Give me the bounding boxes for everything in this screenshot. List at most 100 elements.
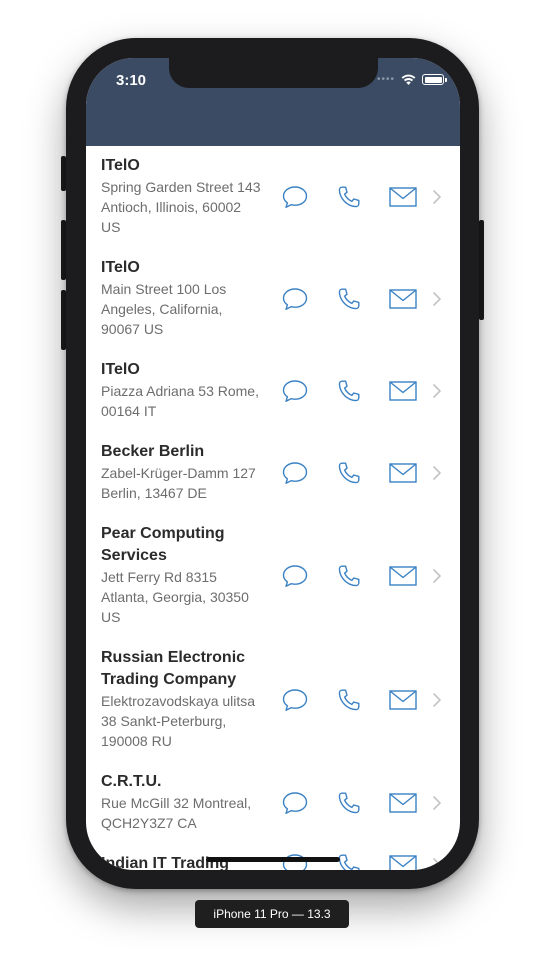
contact-name: Russian Electronic Trading Company: [101, 649, 246, 688]
contact-text: ITelO Piazza Adriana 53 Rome, 00164 IT: [101, 359, 261, 421]
email-icon: [389, 289, 417, 309]
wifi-icon: [401, 74, 416, 85]
chevron-right-icon: [431, 857, 443, 870]
message-icon: [282, 462, 308, 484]
list-item[interactable]: Becker Berlin Zabel-Krüger-Damm 127 Berl…: [86, 432, 460, 514]
list-item[interactable]: C.R.T.U. Rue McGill 32 Montreal, QCH2Y3Z…: [86, 762, 460, 844]
contact-text: Russian Electronic Trading Company Elekt…: [101, 647, 261, 751]
email-button[interactable]: [389, 285, 417, 313]
phone-icon: [338, 380, 360, 402]
message-button[interactable]: [281, 686, 309, 714]
chevron-right-icon: [431, 692, 443, 708]
phone-icon: [338, 854, 360, 870]
chevron-right-icon: [431, 291, 443, 307]
contact-address: Jett Ferry Rd 8315 Atlanta, Georgia, 303…: [101, 569, 249, 625]
contact-list[interactable]: ITelO Spring Garden Street 143 Antioch, …: [86, 146, 460, 870]
contact-name: C.R.T.U.: [101, 773, 162, 790]
contact-name: Becker Berlin: [101, 443, 205, 460]
status-time: 3:10: [116, 72, 147, 89]
contact-name: ITelO: [101, 259, 140, 276]
contact-address: Elektrozavodskaya ulitsa 38 Sankt-Peterb…: [101, 693, 256, 749]
contact-actions: [281, 285, 417, 313]
battery-icon: [422, 74, 447, 85]
message-button[interactable]: [281, 789, 309, 817]
phone-button[interactable]: [335, 285, 363, 313]
list-item[interactable]: Pear Computing Services Jett Ferry Rd 83…: [86, 514, 460, 638]
message-icon: [282, 186, 308, 208]
email-icon: [389, 690, 417, 710]
email-icon: [389, 381, 417, 401]
contact-text: Pear Computing Services Jett Ferry Rd 83…: [101, 523, 261, 627]
phone-icon: [338, 288, 360, 310]
message-icon: [282, 792, 308, 814]
list-item[interactable]: ITelO Spring Garden Street 143 Antioch, …: [86, 146, 460, 248]
chevron-right-icon: [431, 795, 443, 811]
list-item[interactable]: Russian Electronic Trading Company Elekt…: [86, 638, 460, 762]
phone-button[interactable]: [335, 789, 363, 817]
message-button[interactable]: [281, 377, 309, 405]
contact-name: Pear Computing Services: [101, 525, 225, 564]
contact-actions: [281, 686, 417, 714]
status-indicators: ••••: [376, 74, 447, 85]
email-button[interactable]: [389, 686, 417, 714]
phone-button[interactable]: [335, 377, 363, 405]
email-icon: [389, 187, 417, 207]
contact-actions: [281, 377, 417, 405]
device-label: iPhone 11 Pro — 13.3: [195, 900, 349, 928]
email-icon: [389, 463, 417, 483]
contact-actions: [281, 789, 417, 817]
message-button[interactable]: [281, 562, 309, 590]
contact-actions: [281, 183, 417, 211]
phone-icon: [338, 565, 360, 587]
email-button[interactable]: [389, 183, 417, 211]
contact-address: Main Street 100 Los Angeles, California,…: [101, 281, 227, 337]
message-icon: [282, 565, 308, 587]
email-icon: [389, 855, 417, 870]
chevron-right-icon: [431, 465, 443, 481]
email-icon: [389, 793, 417, 813]
email-icon: [389, 566, 417, 586]
message-icon: [282, 689, 308, 711]
contact-text: ITelO Spring Garden Street 143 Antioch, …: [101, 155, 261, 237]
message-button[interactable]: [281, 285, 309, 313]
phone-icon: [338, 186, 360, 208]
message-button[interactable]: [281, 459, 309, 487]
phone-button[interactable]: [335, 562, 363, 590]
chevron-right-icon: [431, 568, 443, 584]
contact-address: Zabel-Krüger-Damm 127 Berlin, 13467 DE: [101, 465, 256, 501]
device-screen: 3:10 •••• ITelO Spring Garden Street 143…: [86, 58, 460, 870]
list-item[interactable]: ITelO Piazza Adriana 53 Rome, 00164 IT: [86, 350, 460, 432]
contact-address: Spring Garden Street 143 Antioch, Illino…: [101, 179, 261, 235]
contact-name: ITelO: [101, 361, 140, 378]
cellular-signal-icon: ••••: [376, 74, 395, 85]
phone-icon: [338, 462, 360, 484]
contact-text: ITelO Main Street 100 Los Angeles, Calif…: [101, 257, 261, 339]
message-icon: [282, 380, 308, 402]
message-icon: [282, 288, 308, 310]
email-button[interactable]: [389, 851, 417, 870]
email-button[interactable]: [389, 377, 417, 405]
contact-name: ITelO: [101, 157, 140, 174]
contact-address: Rue McGill 32 Montreal, QCH2Y3Z7 CA: [101, 795, 252, 831]
message-button[interactable]: [281, 183, 309, 211]
email-button[interactable]: [389, 459, 417, 487]
simulator-stage: 3:10 •••• ITelO Spring Garden Street 143…: [0, 0, 545, 964]
contact-text: Becker Berlin Zabel-Krüger-Damm 127 Berl…: [101, 441, 261, 503]
chevron-right-icon: [431, 189, 443, 205]
phone-button[interactable]: [335, 686, 363, 714]
phone-icon: [338, 792, 360, 814]
email-button[interactable]: [389, 789, 417, 817]
contact-address: Piazza Adriana 53 Rome, 00164 IT: [101, 383, 259, 419]
list-item[interactable]: ITelO Main Street 100 Los Angeles, Calif…: [86, 248, 460, 350]
home-indicator[interactable]: [206, 857, 340, 862]
contact-actions: [281, 459, 417, 487]
phone-button[interactable]: [335, 459, 363, 487]
device-notch: [169, 58, 378, 88]
contact-text: C.R.T.U. Rue McGill 32 Montreal, QCH2Y3Z…: [101, 771, 261, 833]
phone-button[interactable]: [335, 183, 363, 211]
chevron-right-icon: [431, 383, 443, 399]
power-button: [479, 220, 484, 320]
phone-icon: [338, 689, 360, 711]
contact-actions: [281, 562, 417, 590]
email-button[interactable]: [389, 562, 417, 590]
